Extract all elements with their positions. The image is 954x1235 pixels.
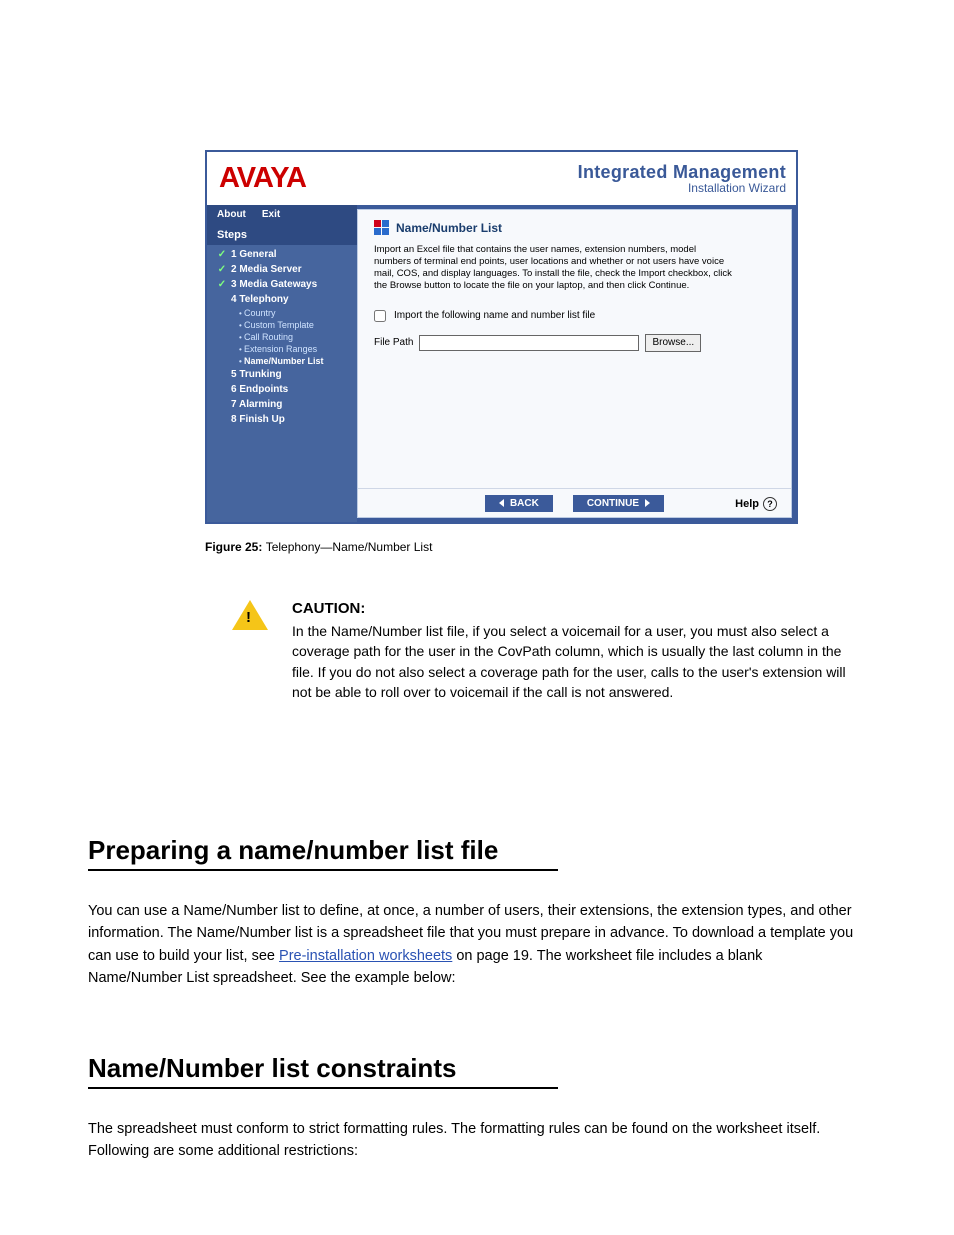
telephony-substeps: Country Custom Template Call Routing Ext… [207,307,357,367]
caution-body: In the Name/Number list file, if you sel… [292,621,852,702]
step-media-gateways[interactable]: ✓3 Media Gateways [207,277,357,292]
caution-title: CAUTION: [292,600,852,617]
file-path-row: File Path Browse... [374,334,775,352]
import-checkbox-row: Import the following name and number lis… [374,310,775,322]
arrow-left-icon [499,499,504,507]
brand-block: Integrated Management Installation Wizar… [578,163,786,194]
wizard-nav-bar: BACK CONTINUE Help ? [358,488,791,517]
import-checkbox-label: Import the following name and number lis… [394,310,595,321]
step-general[interactable]: ✓1 General [207,247,357,262]
substep-call-routing[interactable]: Call Routing [239,331,357,343]
substep-country[interactable]: Country [239,307,357,319]
substep-custom-template[interactable]: Custom Template [239,319,357,331]
step-alarming[interactable]: 7 Alarming [207,397,357,412]
help-icon: ? [763,497,777,511]
exit-link[interactable]: Exit [262,209,280,220]
wizard-screenshot: AVAYA Integrated Management Installation… [205,150,798,524]
wizard-content: Name/Number List Import an Excel file th… [357,209,792,518]
step-finish-up[interactable]: 8 Finish Up [207,412,357,427]
arrow-right-icon [645,499,650,507]
section-heading-prepare: Preparing a name/number list file [88,835,558,871]
squares-icon [374,220,390,236]
step-endpoints[interactable]: 6 Endpoints [207,382,357,397]
step-media-server[interactable]: ✓2 Media Server [207,262,357,277]
substep-name-number-list[interactable]: Name/Number List [239,355,357,367]
browse-button[interactable]: Browse... [645,334,701,352]
page-title: Name/Number List [374,220,775,236]
step-telephony[interactable]: 4 Telephony [207,292,357,307]
wizard-header: AVAYA Integrated Management Installation… [207,152,796,205]
wizard-body: About Exit Steps ✓1 General ✓2 Media Ser… [207,205,796,522]
instructions-text: Import an Excel file that contains the u… [374,244,734,292]
substep-extension-ranges[interactable]: Extension Ranges [239,343,357,355]
back-button[interactable]: BACK [485,495,553,512]
section-body-constraints: The spreadsheet must conform to strict f… [88,1118,858,1163]
check-icon: ✓ [215,249,229,260]
continue-button[interactable]: CONTINUE [573,495,664,512]
help-link[interactable]: Help ? [735,497,777,511]
section-heading-constraints: Name/Number list constraints [88,1053,558,1089]
caution-block: CAUTION: In the Name/Number list file, i… [232,600,852,702]
figure-caption: Figure 25: Telephony—Name/Number List [205,540,432,554]
step-trunking[interactable]: 5 Trunking [207,367,357,382]
avaya-logo: AVAYA [219,162,306,195]
about-link[interactable]: About [217,209,246,220]
brand-subtitle: Installation Wizard [578,182,786,195]
worksheets-link[interactable]: Pre-installation worksheets [279,948,452,964]
import-checkbox[interactable] [374,310,386,322]
caution-icon [232,600,268,630]
filepath-label: File Path [374,337,413,348]
brand-title: Integrated Management [578,163,786,182]
steps-heading: Steps [207,224,357,245]
check-icon: ✓ [215,279,229,290]
steps-list: ✓1 General ✓2 Media Server ✓3 Media Gate… [207,245,357,435]
wizard-sidebar: About Exit Steps ✓1 General ✓2 Media Ser… [207,205,357,522]
section-body-prepare: You can use a Name/Number list to define… [88,900,858,990]
sidebar-top-menu: About Exit [207,205,357,224]
filepath-input[interactable] [419,335,639,351]
check-icon: ✓ [215,264,229,275]
